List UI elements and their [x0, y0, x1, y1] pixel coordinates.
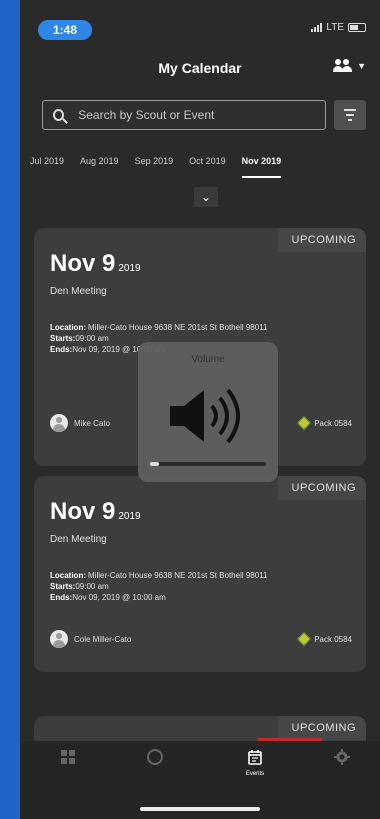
search-input[interactable]: [78, 108, 325, 122]
event-day: Nov 9: [50, 250, 116, 277]
month-tab[interactable]: Jul 2019: [30, 150, 64, 178]
ends-label: Ends:: [50, 345, 73, 354]
avatar-icon: [50, 630, 68, 648]
event-date: Nov 9 2019: [50, 498, 141, 526]
starts-label: Starts:: [50, 582, 76, 591]
profile-icon: [147, 749, 163, 765]
search-row: [42, 100, 366, 130]
event-card[interactable]: UPCOMING Nov 9 2019 Den Meeting Location:…: [34, 476, 366, 672]
month-tab[interactable]: Oct 2019: [189, 150, 226, 178]
pack-name: Pack 0584: [314, 634, 352, 644]
starts-value: 09:00 am: [75, 582, 109, 591]
month-tab[interactable]: Sep 2019: [135, 150, 174, 178]
event-date: Nov 9 2019: [50, 250, 141, 278]
status-badge: UPCOMING: [277, 228, 366, 252]
location-value: Miller-Cato House 9638 NE 201st St Bothe…: [88, 323, 268, 332]
status-badge: UPCOMING: [277, 716, 366, 740]
location-label: Location:: [50, 571, 86, 580]
chevron-down-icon: ▼: [357, 61, 366, 71]
status-bar: 1:48 LTE: [20, 0, 380, 44]
volume-overlay: Volume: [138, 342, 278, 482]
location-value: Miller-Cato House 9638 NE 201st St Bothe…: [88, 571, 268, 580]
fleur-de-lis-icon: [297, 415, 312, 431]
home-indicator[interactable]: [140, 807, 260, 811]
attendee[interactable]: Cole Miller-Cato: [50, 630, 131, 648]
page-title: My Calendar: [158, 60, 242, 76]
month-tab[interactable]: Aug 2019: [80, 150, 119, 178]
event-year: 2019: [118, 263, 141, 274]
tab-dashboard[interactable]: [38, 749, 98, 771]
search-box[interactable]: [42, 100, 326, 130]
event-name: Den Meeting: [50, 534, 107, 545]
event-name: Den Meeting: [50, 286, 107, 297]
pack-tag: Pack 0584: [297, 631, 352, 647]
status-badge: UPCOMING: [277, 476, 366, 500]
tab-events[interactable]: Events: [225, 749, 285, 777]
gear-icon: [334, 749, 350, 765]
location-label: Location:: [50, 323, 86, 332]
month-tab-active[interactable]: Nov 2019: [241, 150, 282, 178]
filter-button[interactable]: [334, 100, 366, 130]
tab-profile[interactable]: [125, 749, 185, 771]
volume-level-fill: [150, 462, 160, 466]
ends-label: Ends:: [50, 593, 73, 602]
starts-value: 09:00 am: [75, 334, 109, 343]
ends-value: Nov 09, 2019 @ 10:00 am: [72, 593, 166, 602]
volume-title: Volume: [191, 354, 225, 365]
attendee-name: Cole Miller-Cato: [74, 634, 132, 644]
chevron-down-icon: ⌄: [200, 190, 212, 204]
pack-name: Pack 0584: [314, 418, 352, 428]
starts-label: Starts:: [50, 334, 76, 343]
expand-calendar-button[interactable]: ⌄: [194, 187, 218, 207]
event-day: Nov 9: [50, 498, 116, 525]
app-header: My Calendar ▼: [20, 52, 380, 86]
battery-icon: [348, 23, 366, 32]
tab-settings[interactable]: [312, 749, 372, 771]
signal-icon: [311, 23, 323, 32]
tab-label: Events: [245, 771, 265, 777]
filter-icon-line: [346, 114, 354, 116]
people-icon: [333, 59, 353, 73]
attendee[interactable]: Mike Cato: [50, 414, 110, 432]
avatar-icon: [50, 414, 68, 432]
pack-tag: Pack 0584: [297, 415, 352, 431]
speaker-icon: [170, 388, 240, 444]
dashboard-icon: [61, 750, 75, 764]
fleur-de-lis-icon: [297, 631, 312, 647]
month-tabs: Jul 2019 Aug 2019 Sep 2019 Oct 2019 Nov …: [20, 150, 380, 178]
bottom-tab-bar: Events: [20, 741, 380, 819]
phone-screen: 1:48 LTE My Calendar ▼ Jul 2019 Aug 2019…: [20, 0, 380, 819]
calendar-icon: [248, 750, 262, 765]
attendee-name: Mike Cato: [74, 418, 111, 428]
status-indicators: LTE: [311, 22, 366, 33]
status-time[interactable]: 1:48: [38, 20, 92, 40]
filter-icon: [344, 109, 356, 111]
volume-level-bar: [150, 462, 266, 466]
scout-selector-button[interactable]: ▼: [333, 59, 366, 73]
filter-icon-line: [348, 119, 352, 121]
network-label: LTE: [326, 22, 344, 33]
event-details: Location: Miller-Cato House 9638 NE 201st…: [50, 570, 350, 603]
search-icon: [53, 109, 65, 121]
event-year: 2019: [118, 511, 141, 522]
